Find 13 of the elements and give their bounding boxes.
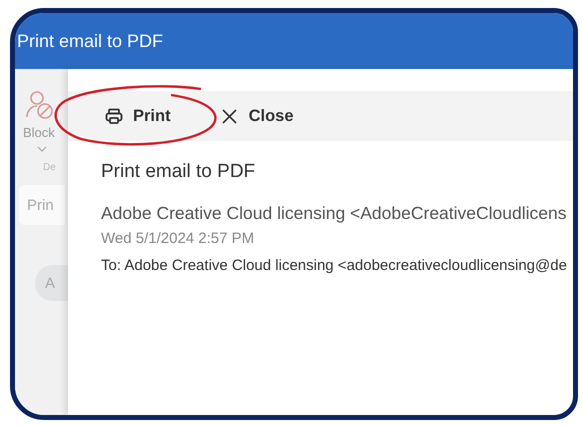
email-date: Wed 5/1/2024 2:57 PM	[101, 230, 256, 247]
recipient-line: To: Adobe Creative Cloud licensing <adobecreativecloudlicensing@de	[101, 257, 568, 274]
sender-line: Adobe Creative Cloud licensing <AdobeCreativeCloudlicens	[101, 203, 568, 224]
close-icon	[220, 108, 239, 124]
block-person-icon	[25, 89, 55, 121]
chevron-down-icon	[37, 146, 47, 152]
window-title: Print email to PDF	[17, 30, 164, 52]
avatar: A	[35, 265, 68, 301]
email-subject: Print email to PDF	[101, 161, 256, 183]
printer-icon	[105, 108, 123, 124]
close-button[interactable]: Close	[218, 102, 296, 130]
print-button[interactable]: Print	[103, 102, 173, 130]
block-label: Block	[23, 125, 55, 140]
